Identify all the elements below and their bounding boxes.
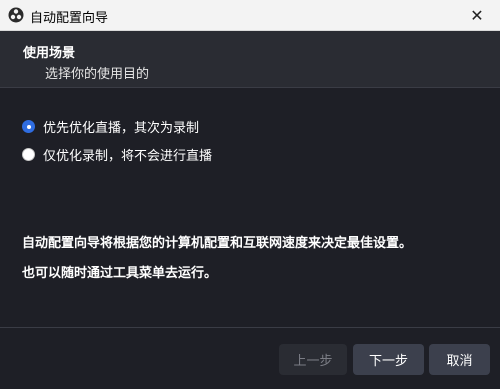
title-bar: 自动配置向导 ✕ xyxy=(0,0,500,31)
page-title: 使用场景 xyxy=(23,46,76,61)
footer-divider xyxy=(0,327,500,328)
info-text-2: 也可以随时通过工具菜单去运行。 xyxy=(22,266,218,281)
option-stream-first[interactable]: 优先优化直播，其次为录制 xyxy=(22,117,199,136)
radio-button[interactable] xyxy=(22,148,35,161)
option-record-only[interactable]: 仅优化录制，将不会进行直播 xyxy=(22,145,212,164)
back-button[interactable]: 上一步 xyxy=(279,344,347,375)
obs-logo-icon xyxy=(8,7,24,23)
close-button[interactable]: ✕ xyxy=(454,0,500,31)
wizard-header: 使用场景 选择你的使用目的 xyxy=(0,31,500,88)
close-icon: ✕ xyxy=(470,6,484,25)
radio-button-selected[interactable] xyxy=(22,120,35,133)
cancel-button[interactable]: 取消 xyxy=(429,344,490,375)
next-button[interactable]: 下一步 xyxy=(353,344,424,375)
info-text-1: 自动配置向导将根据您的计算机配置和互联网速度来决定最佳设置。 xyxy=(22,236,413,251)
window-title: 自动配置向导 xyxy=(30,11,109,26)
option-label: 优先优化直播，其次为录制 xyxy=(43,121,200,136)
option-label: 仅优化录制，将不会进行直播 xyxy=(43,149,213,164)
page-subtitle: 选择你的使用目的 xyxy=(45,67,150,82)
